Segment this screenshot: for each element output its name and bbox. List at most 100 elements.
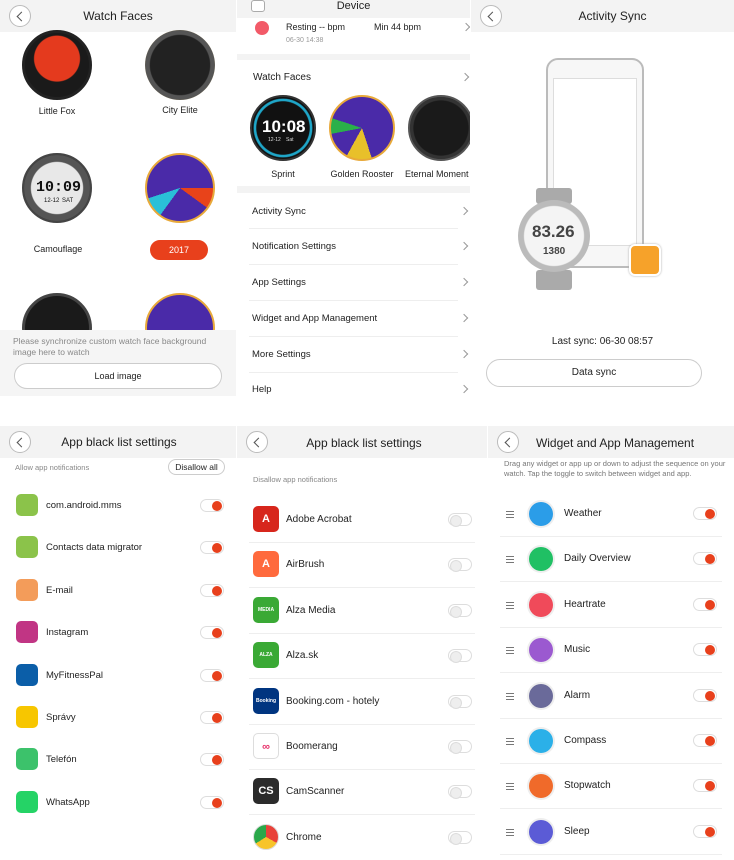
widget-toggle[interactable] [693, 779, 717, 793]
app-row: MyFitnessPal [0, 663, 236, 704]
app-name: E-mail [46, 584, 73, 596]
widget-row[interactable]: Weather [488, 502, 734, 547]
notification-toggle[interactable] [448, 649, 472, 664]
music-icon [529, 638, 553, 663]
divider [500, 717, 722, 719]
widget-toggle[interactable] [693, 734, 717, 747]
watch-face-label: Eternal Moment [405, 169, 469, 179]
widget-row[interactable]: Compass [488, 729, 734, 774]
app-row: ∞ Boomerang [237, 733, 487, 778]
widget-row[interactable]: Daily Overview [488, 547, 734, 592]
notification-toggle[interactable] [448, 513, 472, 527]
menu-more-settings[interactable]: More Settings [237, 337, 470, 373]
notification-toggle[interactable] [200, 711, 224, 724]
app-row: ALZA Alza.sk [237, 642, 487, 687]
notification-toggle[interactable] [448, 558, 472, 573]
notification-toggle[interactable] [448, 694, 472, 709]
widget-toggle[interactable] [693, 688, 717, 702]
watch-strap-bottom [536, 270, 572, 290]
camo-time: 10:09 [36, 179, 82, 196]
menu-label: Notification Settings [252, 241, 336, 252]
menu-activity-sync[interactable]: Activity Sync [237, 193, 470, 229]
notification-toggle[interactable] [448, 830, 472, 845]
widget-name: Alarm [564, 689, 591, 701]
watch-face-2017[interactable] [145, 153, 215, 223]
widget-name: Sleep [564, 825, 590, 837]
widget-toggle[interactable] [693, 507, 717, 520]
notification-toggle[interactable] [200, 541, 224, 555]
chevron-right-icon [459, 349, 469, 359]
acrobat-icon: A [253, 506, 279, 532]
notification-toggle[interactable] [200, 753, 224, 767]
menu-notification-settings[interactable]: Notification Settings [237, 229, 470, 265]
notification-toggle[interactable] [200, 795, 224, 809]
drag-handle-icon[interactable] [506, 692, 514, 700]
watch-faces-panel: Watch Faces Little Fox City Elite 10:09 … [0, 0, 236, 396]
camo-day: SAT [62, 198, 74, 204]
app-name: AirBrush [286, 559, 325, 571]
drag-handle-icon[interactable] [506, 828, 514, 836]
watch-face-city-elite[interactable] [145, 30, 215, 100]
divider [500, 536, 722, 537]
menu-app-settings[interactable]: App Settings [237, 265, 470, 301]
stopwatch-icon [529, 774, 553, 799]
activity-sync-header: Activity Sync [471, 0, 734, 32]
widget-row[interactable]: Stopwatch [488, 774, 734, 819]
blacklist-header: App black list settings [237, 426, 487, 458]
widget-row[interactable]: Alarm [488, 683, 734, 729]
disallow-all-button[interactable]: Disallow all [168, 459, 225, 475]
notification-toggle[interactable] [200, 499, 224, 512]
drag-handle-icon[interactable] [506, 783, 514, 791]
device-header: Device [237, 0, 470, 18]
page-title: App black list settings [61, 435, 177, 449]
menu-widget-app-management[interactable]: Widget and App Management [237, 301, 470, 337]
email-icon [16, 578, 38, 601]
notification-toggle[interactable] [200, 626, 224, 640]
drag-handle-icon[interactable] [506, 738, 514, 745]
app-row: Správy [0, 706, 236, 746]
load-image-button[interactable]: Load image [14, 363, 222, 389]
notification-toggle[interactable] [448, 603, 472, 618]
drag-handle-icon[interactable] [506, 601, 514, 609]
app-name: MyFitnessPal [46, 669, 104, 681]
watch-face-sprint[interactable]: 10:08 12-12 Sat [250, 95, 316, 161]
widget-row[interactable]: Music [488, 638, 734, 683]
divider [249, 769, 475, 770]
widget-toggle[interactable] [693, 824, 717, 838]
watch-face-camouflage[interactable]: 10:09 12-12 SAT [22, 153, 92, 223]
data-sync-button[interactable]: Data sync [486, 359, 702, 387]
widget-toggle[interactable] [693, 643, 717, 657]
widget-row[interactable]: Heartrate [488, 592, 734, 638]
airbrush-icon: A [253, 551, 279, 578]
app-row: Booking Booking.com - hotely [237, 687, 487, 733]
watch-faces-label[interactable]: Watch Faces [253, 72, 311, 83]
alza-icon: ALZA [253, 642, 279, 669]
menu-help[interactable]: Help [237, 373, 470, 396]
notification-toggle[interactable] [200, 583, 224, 597]
drag-handle-icon[interactable] [506, 556, 514, 564]
notification-toggle[interactable] [448, 740, 472, 754]
last-sync-text: Last sync: 06-30 08:57 [551, 336, 654, 347]
watch-face-eternal-moment[interactable] [408, 95, 470, 161]
widget-toggle[interactable] [693, 597, 717, 611]
watch-face-little-fox[interactable] [22, 30, 92, 100]
drag-handle-icon[interactable] [506, 511, 514, 518]
divider [249, 723, 475, 725]
notification-toggle[interactable] [448, 785, 472, 800]
widget-row[interactable]: Sleep [488, 819, 734, 860]
app-name: Telefón [46, 754, 77, 766]
heart-rate-card[interactable]: Resting -- bpm Min 44 bpm 06-30 14:38 [237, 18, 470, 54]
blacklist-disallow-panel: App black list settings Disallow app not… [237, 426, 487, 860]
divider [500, 581, 722, 583]
watch-face-golden-rooster[interactable] [329, 95, 395, 161]
widget-toggle[interactable] [693, 552, 717, 566]
sprint-time: 10:08 [262, 117, 306, 136]
menu-label: Activity Sync [252, 206, 306, 217]
drag-handle-icon[interactable] [506, 647, 514, 655]
sprint-date: 12-12 [268, 137, 281, 143]
phone-icon [16, 748, 38, 771]
camo-date: 12-12 [44, 198, 60, 204]
divider [500, 672, 722, 674]
min-label: Min 44 bpm [374, 22, 422, 32]
notification-toggle[interactable] [200, 668, 224, 682]
